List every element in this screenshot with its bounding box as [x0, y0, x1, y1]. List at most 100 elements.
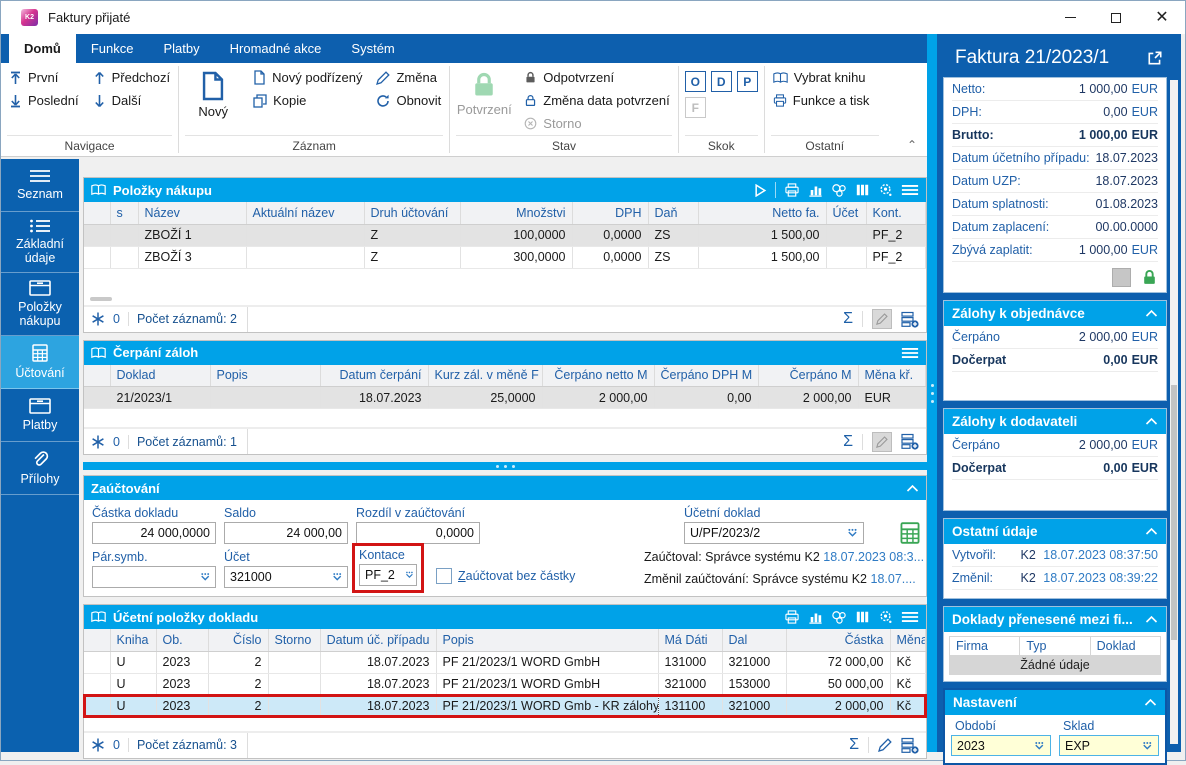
menu-icon[interactable]: [901, 346, 919, 360]
sum-icon[interactable]: Σ: [849, 737, 869, 753]
table-row[interactable]: 21/2023/1 18.07.2023 25,0000 2 000,00 0,0…: [84, 386, 926, 409]
copy-button[interactable]: Kopie: [251, 92, 364, 109]
panel-scrollbar[interactable]: [1170, 80, 1178, 744]
confirm-button[interactable]: Potvrzení: [456, 69, 512, 117]
columns-icon[interactable]: [855, 610, 870, 624]
select-book-button[interactable]: Vybrat knihu: [771, 69, 872, 86]
run-icon[interactable]: [754, 183, 767, 197]
edit-disabled-button[interactable]: [872, 431, 892, 452]
collapse-icon[interactable]: [1145, 417, 1158, 426]
kontace-input[interactable]: [365, 568, 402, 582]
panel-scrollbar-thumb[interactable]: [1171, 385, 1177, 640]
last-button[interactable]: Poslední: [7, 92, 81, 109]
chart-icon[interactable]: [808, 610, 823, 624]
jump-f-button[interactable]: F: [684, 97, 706, 118]
book-icon: [91, 184, 106, 196]
functions-print-button[interactable]: Funkce a tisk: [771, 92, 872, 109]
sidebar-item-seznam[interactable]: Seznam: [1, 159, 79, 212]
tab-system[interactable]: Systém: [336, 34, 409, 63]
refresh-button[interactable]: Obnovit: [374, 92, 443, 109]
dropdown-icon[interactable]: [1034, 741, 1045, 751]
zauctovat-bez-castky-checkbox[interactable]: [436, 568, 452, 584]
dropdown-icon[interactable]: [405, 570, 414, 580]
collapse-icon[interactable]: [1145, 309, 1158, 318]
sum-icon[interactable]: Σ: [843, 311, 863, 327]
dropdown-icon[interactable]: [1142, 741, 1153, 751]
sum-icon[interactable]: Σ: [843, 433, 863, 450]
new-button[interactable]: Nový: [185, 69, 241, 119]
sklad-input[interactable]: [1065, 738, 1143, 753]
chart-icon[interactable]: [808, 183, 823, 197]
table-row[interactable]: U 2023 2 18.07.2023 PF 21/2023/1 WORD Gmb…: [84, 673, 926, 696]
first-button[interactable]: První: [7, 69, 81, 86]
print-icon[interactable]: [784, 183, 800, 197]
gears-icon[interactable]: [831, 183, 847, 197]
tab-funkce[interactable]: Funkce: [76, 34, 149, 63]
close-button[interactable]: ✕: [1139, 1, 1185, 34]
dropdown-icon[interactable]: [200, 572, 210, 582]
minimize-icon: [1064, 17, 1076, 18]
collapse-icon[interactable]: [1145, 615, 1158, 624]
columns-icon[interactable]: [855, 183, 870, 197]
ucetni-doklad-input[interactable]: [690, 526, 844, 540]
obdobi-input[interactable]: [957, 738, 1035, 753]
dropdown-icon[interactable]: [332, 572, 342, 582]
edit-pencil-icon[interactable]: [878, 738, 892, 752]
saldo-input[interactable]: [230, 526, 342, 540]
open-window-icon[interactable]: [1147, 50, 1163, 66]
maximize-button[interactable]: [1093, 1, 1139, 34]
previous-button[interactable]: Předchozí: [91, 69, 173, 86]
sidebar-item-polozky-nakupu[interactable]: Položky nákupu: [1, 273, 79, 336]
tab-domu[interactable]: Domů: [9, 34, 76, 63]
horizontal-scrollbar-thumb[interactable]: [90, 296, 112, 301]
sidebar-item-uctovani[interactable]: Účtování: [1, 335, 79, 389]
collapse-icon[interactable]: [1145, 527, 1158, 536]
vertical-splitter[interactable]: [927, 34, 937, 752]
collapse-icon[interactable]: [906, 484, 919, 493]
filter-snowflake-icon[interactable]: [91, 312, 105, 326]
change-confirm-date-button[interactable]: Změna data potvrzení: [522, 92, 671, 109]
jump-p-button[interactable]: P: [736, 71, 758, 92]
storno-button[interactable]: Storno: [522, 115, 671, 132]
collapse-ribbon-icon[interactable]: ⌃: [907, 138, 917, 152]
add-record-icon[interactable]: [901, 433, 919, 450]
status-square-button[interactable]: [1112, 267, 1131, 287]
tab-platby[interactable]: Platby: [148, 34, 214, 63]
settings-gear-icon[interactable]: [878, 183, 893, 197]
filter-snowflake-icon[interactable]: [91, 435, 105, 449]
change-button[interactable]: Změna: [374, 69, 443, 86]
collapse-icon[interactable]: [1144, 698, 1157, 707]
sidebar-item-zakladni-udaje[interactable]: Základní údaje: [1, 212, 79, 273]
menu-icon[interactable]: [901, 183, 919, 197]
new-child-button[interactable]: Nový podřízený: [251, 69, 364, 86]
sidebar-item-platby[interactable]: Platby: [1, 389, 79, 442]
par-symb-input[interactable]: [98, 570, 196, 584]
menu-icon[interactable]: [901, 610, 919, 624]
filter-snowflake-icon[interactable]: [91, 738, 105, 752]
ucet-input[interactable]: [230, 570, 328, 584]
add-record-icon[interactable]: [901, 737, 919, 754]
table-row[interactable]: U 2023 2 18.07.2023 PF 21/2023/1 WORD Gmb…: [84, 651, 926, 674]
settings-gear-icon[interactable]: [878, 610, 893, 624]
edit-disabled-button[interactable]: [872, 309, 892, 329]
table-row[interactable]: ZBOŽÍ 3 Z 300,0000 0,0000 ZS 1 500,00 PF_2: [84, 246, 926, 269]
calculator-button-icon[interactable]: [899, 522, 921, 544]
table-row-selected[interactable]: U 2023 2 18.07.2023 PF 21/2023/1 WORD Gmb…: [83, 694, 927, 718]
table-row[interactable]: ZBOŽÍ 1 Z 100,0000 0,0000 ZS 1 500,00 PF_2: [84, 224, 926, 247]
print-icon[interactable]: [784, 610, 800, 624]
horizontal-splitter[interactable]: [83, 462, 927, 470]
rozdil-input[interactable]: [362, 526, 474, 540]
sidebar-item-prilohy[interactable]: Přílohy: [1, 442, 79, 495]
kontace-highlight-box: Kontace: [352, 543, 424, 593]
right-panel: Faktura 21/2023/1 Netto: 1 000,00 EUR DPH:…: [937, 34, 1181, 765]
tab-hromadne-akce[interactable]: Hromadné akce: [215, 34, 337, 63]
dropdown-icon[interactable]: [847, 528, 858, 538]
add-record-icon[interactable]: [901, 311, 919, 328]
jump-d-button[interactable]: D: [710, 71, 732, 92]
jump-o-button[interactable]: O: [684, 71, 706, 92]
unconfirm-button[interactable]: Odpotvrzení: [522, 69, 671, 86]
castka-dokladu-input[interactable]: [98, 526, 210, 540]
next-button[interactable]: Další: [91, 92, 173, 109]
minimize-button[interactable]: [1047, 1, 1093, 34]
gears-icon[interactable]: [831, 610, 847, 624]
